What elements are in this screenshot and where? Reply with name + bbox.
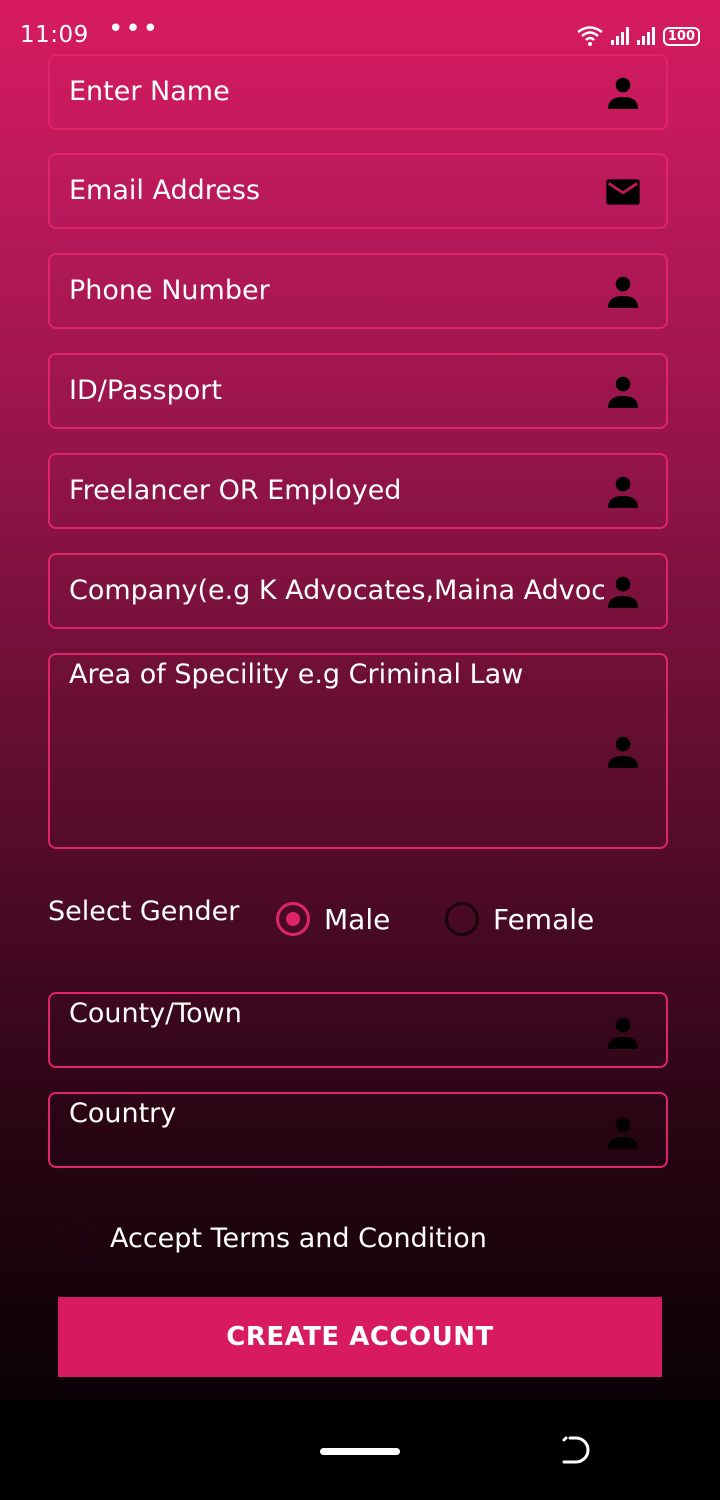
id-passport-placeholder: ID/Passport — [69, 375, 222, 406]
name-placeholder: Enter Name — [69, 76, 230, 107]
wifi-icon — [577, 26, 603, 46]
person-icon — [607, 1017, 639, 1049]
name-field[interactable]: Enter Name — [48, 54, 668, 130]
status-time: 11:09 — [20, 22, 89, 48]
radio-selected-icon — [276, 902, 310, 936]
speciality-placeholder: Area of Specility e.g Criminal Law — [69, 659, 524, 690]
terms-row[interactable]: Accept Terms and Condition — [62, 1222, 487, 1254]
country-placeholder: Country — [69, 1098, 177, 1129]
mail-icon — [606, 179, 640, 205]
signal-icon — [636, 27, 655, 45]
signal-icon — [610, 27, 629, 45]
notification-dots: ••• — [108, 14, 161, 44]
create-account-button[interactable]: CREATE ACCOUNT — [58, 1297, 662, 1377]
company-placeholder: Company(e.g K Advocates,Maina Advocates) — [69, 575, 604, 606]
gender-female-radio[interactable]: Female — [445, 902, 594, 936]
terms-checkbox[interactable] — [62, 1222, 94, 1254]
back-gesture-icon[interactable] — [560, 1434, 592, 1466]
company-field[interactable]: Company(e.g K Advocates,Maina Advocates) — [48, 553, 668, 629]
gender-label: Select Gender — [48, 896, 240, 927]
country-field[interactable]: Country — [48, 1092, 668, 1168]
person-icon — [607, 576, 639, 608]
gender-male-label: Male — [324, 902, 391, 936]
county-town-field[interactable]: County/Town — [48, 992, 668, 1068]
registration-screen: 11:09 ••• 100 Enter Name Email Address P… — [0, 0, 720, 1400]
person-icon — [607, 736, 639, 768]
email-field[interactable]: Email Address — [48, 153, 668, 229]
person-icon — [607, 276, 639, 308]
phone-field[interactable]: Phone Number — [48, 253, 668, 329]
person-icon — [607, 476, 639, 508]
county-town-placeholder: County/Town — [69, 998, 242, 1029]
person-icon — [607, 77, 639, 109]
system-nav-bar — [0, 1400, 720, 1500]
radio-unselected-icon — [445, 902, 479, 936]
id-passport-field[interactable]: ID/Passport — [48, 353, 668, 429]
employment-field[interactable]: Freelancer OR Employed — [48, 453, 668, 529]
battery-icon: 100 — [662, 26, 700, 46]
gender-female-label: Female — [493, 902, 595, 936]
status-icons: 100 — [577, 24, 700, 48]
person-icon — [607, 376, 639, 408]
gender-male-radio[interactable]: Male — [276, 902, 390, 936]
employment-placeholder: Freelancer OR Employed — [69, 475, 402, 506]
email-placeholder: Email Address — [69, 175, 261, 206]
speciality-field[interactable]: Area of Specility e.g Criminal Law — [48, 653, 668, 849]
person-icon — [607, 1117, 639, 1149]
phone-placeholder: Phone Number — [69, 275, 270, 306]
home-gesture-pill[interactable] — [320, 1448, 400, 1455]
terms-label: Accept Terms and Condition — [110, 1222, 487, 1254]
